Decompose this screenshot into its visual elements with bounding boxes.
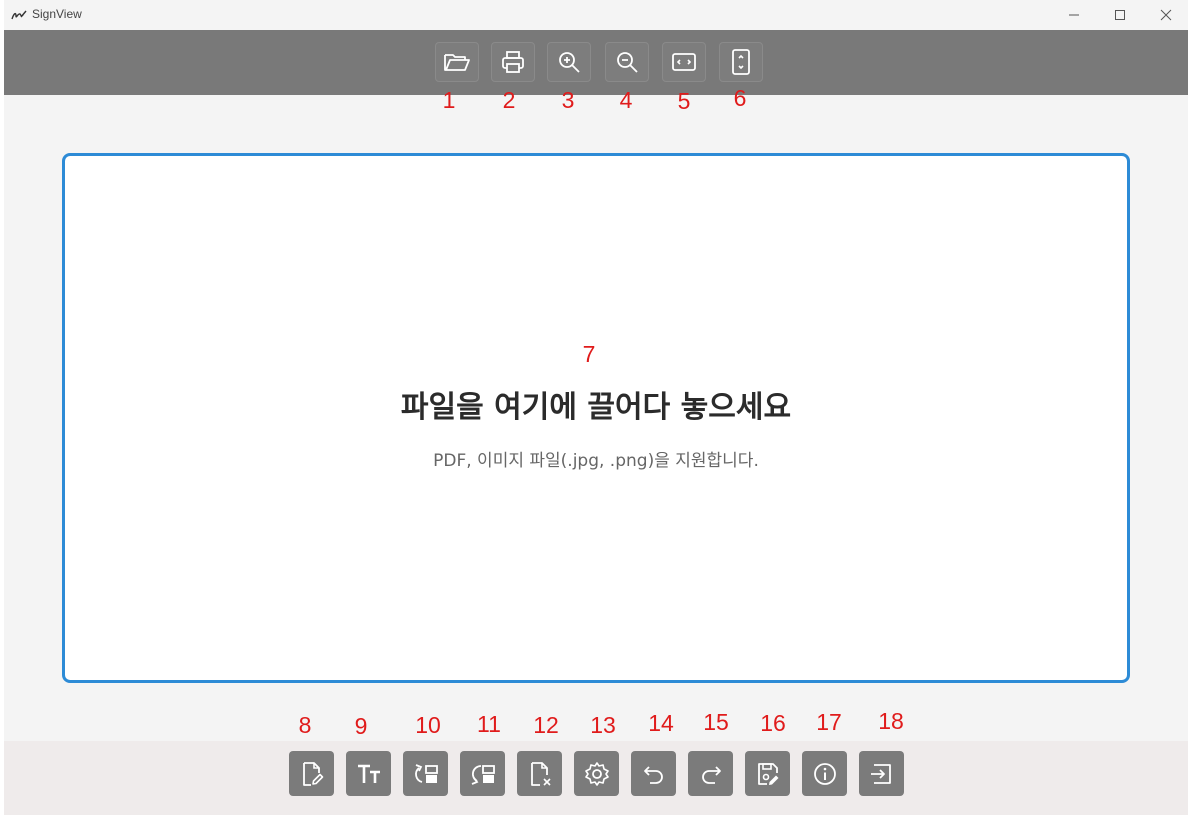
- info-icon: [813, 762, 836, 785]
- marker-16: 16: [760, 710, 786, 736]
- zoom-out-icon: [617, 52, 638, 73]
- redo-icon: [701, 765, 721, 784]
- exit-icon: [870, 763, 891, 784]
- open-file-icon: [444, 54, 470, 71]
- rotate-right-button[interactable]: [403, 751, 448, 796]
- app-window: SignView 파일을 여기에 끌어다 놓으세요 PDF, 이미지 파일(.j…: [4, 0, 1188, 815]
- marker-9: 9: [354, 713, 368, 739]
- text-icon: [357, 764, 380, 783]
- settings-icon: [584, 761, 609, 786]
- info-button[interactable]: [802, 751, 847, 796]
- marker-4: 4: [619, 87, 633, 113]
- marker-7: 7: [582, 341, 596, 367]
- text-button[interactable]: [346, 751, 391, 796]
- save-button[interactable]: [745, 751, 790, 796]
- undo-button[interactable]: [631, 751, 676, 796]
- rotate-left-button[interactable]: [460, 751, 505, 796]
- close-icon: [1160, 9, 1172, 21]
- signature-icon: [11, 7, 27, 23]
- marker-5: 5: [677, 88, 691, 114]
- marker-8: 8: [298, 712, 312, 738]
- redo-button[interactable]: [688, 751, 733, 796]
- exit-button[interactable]: [859, 751, 904, 796]
- print-button[interactable]: [491, 42, 535, 82]
- save-icon: [757, 762, 778, 785]
- undo-icon: [643, 765, 663, 784]
- marker-6: 6: [733, 85, 747, 111]
- print-icon: [502, 51, 524, 73]
- rotate-left-icon: [471, 764, 495, 785]
- minimize-button[interactable]: [1051, 0, 1097, 30]
- delete-page-button[interactable]: [517, 751, 562, 796]
- window-title: SignView: [32, 7, 82, 21]
- marker-11: 11: [477, 711, 501, 737]
- fit-width-button[interactable]: [662, 42, 706, 82]
- zoom-out-button[interactable]: [605, 42, 649, 82]
- marker-10: 10: [415, 712, 441, 738]
- marker-2: 2: [502, 87, 516, 113]
- marker-18: 18: [878, 708, 904, 734]
- delete-page-icon: [530, 761, 551, 786]
- fit-width-icon: [672, 53, 696, 71]
- drop-zone-title: 파일을 여기에 끌어다 놓으세요: [400, 390, 792, 425]
- bottom-toolbar: [4, 741, 1188, 815]
- marker-17: 17: [816, 709, 842, 735]
- settings-button[interactable]: [574, 751, 619, 796]
- background-window-edge-right: [1188, 95, 1192, 815]
- zoom-in-button[interactable]: [547, 42, 591, 82]
- minimize-icon: [1069, 14, 1079, 16]
- close-button[interactable]: [1143, 0, 1188, 30]
- rotate-right-icon: [414, 763, 438, 783]
- marker-3: 3: [561, 87, 575, 113]
- marker-13: 13: [590, 712, 616, 738]
- maximize-button[interactable]: [1097, 0, 1143, 30]
- drop-zone-subtitle: PDF, 이미지 파일(.jpg, .png)을 지원합니다.: [433, 451, 759, 471]
- marker-14: 14: [648, 710, 674, 736]
- fit-height-icon: [732, 49, 750, 75]
- open-file-button[interactable]: [435, 42, 479, 82]
- file-drop-zone[interactable]: 파일을 여기에 끌어다 놓으세요 PDF, 이미지 파일(.jpg, .png)…: [62, 153, 1130, 683]
- sign-document-icon: [302, 761, 323, 786]
- sign-document-button[interactable]: [289, 751, 334, 796]
- marker-1: 1: [442, 87, 456, 113]
- zoom-in-icon: [559, 52, 580, 73]
- title-bar: SignView: [4, 0, 1188, 30]
- maximize-icon: [1115, 10, 1125, 20]
- marker-12: 12: [533, 712, 559, 738]
- fit-height-button[interactable]: [719, 42, 763, 82]
- top-toolbar: [4, 30, 1188, 95]
- marker-15: 15: [703, 709, 729, 735]
